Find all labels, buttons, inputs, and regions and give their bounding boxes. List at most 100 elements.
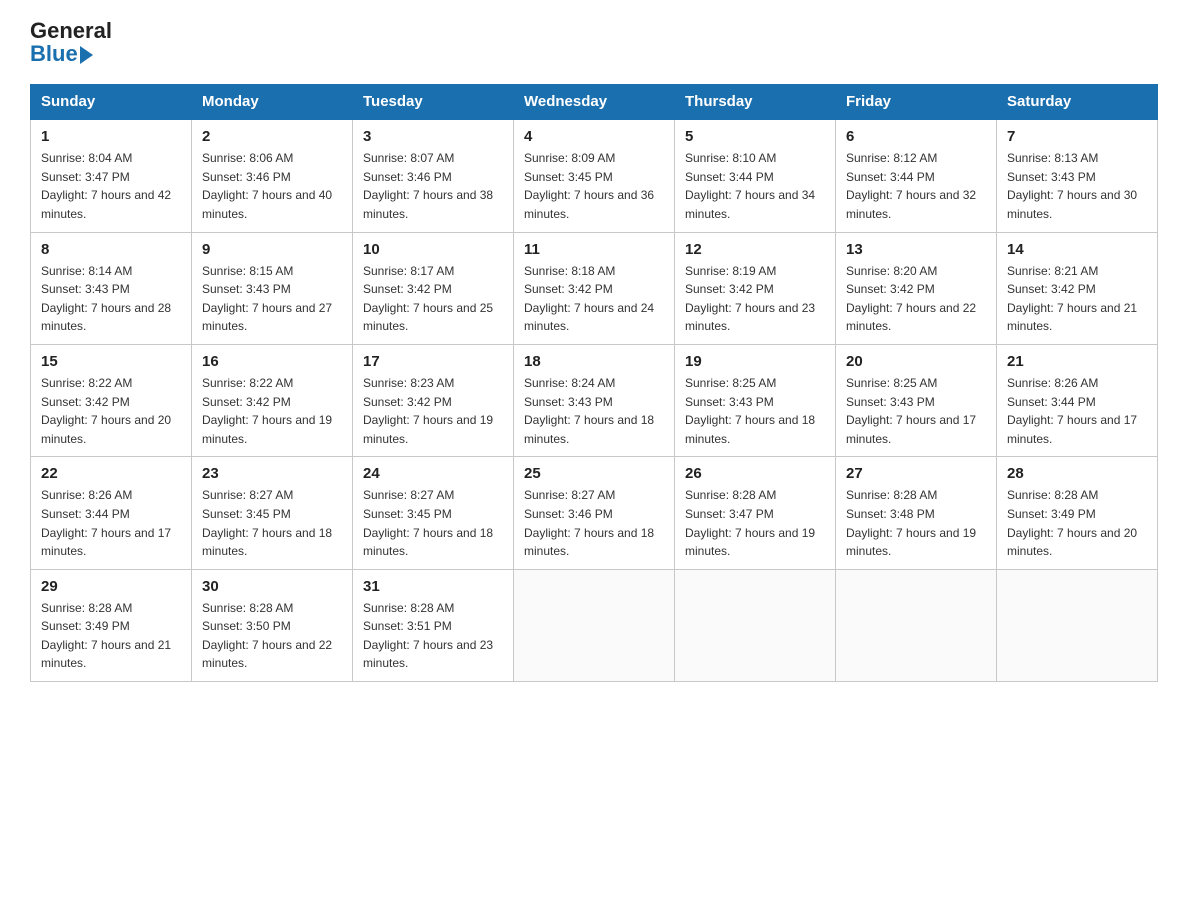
day-number: 7 <box>1007 128 1147 145</box>
calendar-cell: 17 Sunrise: 8:23 AMSunset: 3:42 PMDayligh… <box>353 344 514 456</box>
day-number: 30 <box>202 578 342 595</box>
col-header-friday: Friday <box>836 85 997 120</box>
day-info: Sunrise: 8:26 AMSunset: 3:44 PMDaylight:… <box>41 486 181 560</box>
day-number: 11 <box>524 241 664 258</box>
day-number: 29 <box>41 578 181 595</box>
day-number: 24 <box>363 465 503 482</box>
day-number: 19 <box>685 353 825 370</box>
col-header-monday: Monday <box>192 85 353 120</box>
col-header-wednesday: Wednesday <box>514 85 675 120</box>
day-info: Sunrise: 8:22 AMSunset: 3:42 PMDaylight:… <box>41 374 181 448</box>
day-number: 18 <box>524 353 664 370</box>
day-info: Sunrise: 8:23 AMSunset: 3:42 PMDaylight:… <box>363 374 503 448</box>
day-info: Sunrise: 8:18 AMSunset: 3:42 PMDaylight:… <box>524 262 664 336</box>
calendar-cell: 23 Sunrise: 8:27 AMSunset: 3:45 PMDayligh… <box>192 457 353 569</box>
calendar-week-row: 1 Sunrise: 8:04 AMSunset: 3:47 PMDaylight… <box>31 119 1158 232</box>
calendar-cell: 14Sunrise: 8:21 AMSunset: 3:42 PMDayligh… <box>997 232 1158 344</box>
col-header-thursday: Thursday <box>675 85 836 120</box>
day-info: Sunrise: 8:12 AMSunset: 3:44 PMDaylight:… <box>846 149 986 223</box>
day-number: 9 <box>202 241 342 258</box>
col-header-sunday: Sunday <box>31 85 192 120</box>
day-number: 2 <box>202 128 342 145</box>
day-number: 4 <box>524 128 664 145</box>
day-number: 12 <box>685 241 825 258</box>
day-info: Sunrise: 8:28 AMSunset: 3:49 PMDaylight:… <box>41 599 181 673</box>
day-info: Sunrise: 8:27 AMSunset: 3:45 PMDaylight:… <box>363 486 503 560</box>
calendar-cell: 11 Sunrise: 8:18 AMSunset: 3:42 PMDayligh… <box>514 232 675 344</box>
calendar-cell: 10Sunrise: 8:17 AMSunset: 3:42 PMDayligh… <box>353 232 514 344</box>
day-info: Sunrise: 8:28 AMSunset: 3:49 PMDaylight:… <box>1007 486 1147 560</box>
calendar-cell: 12 Sunrise: 8:19 AMSunset: 3:42 PMDayligh… <box>675 232 836 344</box>
calendar-cell: 5 Sunrise: 8:10 AMSunset: 3:44 PMDaylight… <box>675 119 836 232</box>
calendar-cell: 18 Sunrise: 8:24 AMSunset: 3:43 PMDayligh… <box>514 344 675 456</box>
calendar-cell: 31 Sunrise: 8:28 AMSunset: 3:51 PMDayligh… <box>353 569 514 681</box>
calendar-cell: 19Sunrise: 8:25 AMSunset: 3:43 PMDayligh… <box>675 344 836 456</box>
day-number: 17 <box>363 353 503 370</box>
calendar-cell: 22 Sunrise: 8:26 AMSunset: 3:44 PMDayligh… <box>31 457 192 569</box>
calendar-cell: 1 Sunrise: 8:04 AMSunset: 3:47 PMDaylight… <box>31 119 192 232</box>
calendar-cell: 28Sunrise: 8:28 AMSunset: 3:49 PMDayligh… <box>997 457 1158 569</box>
day-number: 1 <box>41 128 181 145</box>
day-number: 23 <box>202 465 342 482</box>
calendar-cell: 9 Sunrise: 8:15 AMSunset: 3:43 PMDaylight… <box>192 232 353 344</box>
day-info: Sunrise: 8:09 AMSunset: 3:45 PMDaylight:… <box>524 149 664 223</box>
logo: General Blue <box>30 20 114 66</box>
calendar-week-row: 8 Sunrise: 8:14 AMSunset: 3:43 PMDaylight… <box>31 232 1158 344</box>
day-number: 16 <box>202 353 342 370</box>
logo-blue-text: Blue <box>30 42 78 66</box>
day-info: Sunrise: 8:24 AMSunset: 3:43 PMDaylight:… <box>524 374 664 448</box>
day-number: 31 <box>363 578 503 595</box>
day-info: Sunrise: 8:27 AMSunset: 3:45 PMDaylight:… <box>202 486 342 560</box>
day-number: 26 <box>685 465 825 482</box>
calendar-cell: 8 Sunrise: 8:14 AMSunset: 3:43 PMDaylight… <box>31 232 192 344</box>
logo-icon: General Blue <box>30 20 112 66</box>
day-info: Sunrise: 8:27 AMSunset: 3:46 PMDaylight:… <box>524 486 664 560</box>
day-info: Sunrise: 8:14 AMSunset: 3:43 PMDaylight:… <box>41 262 181 336</box>
calendar-week-row: 22 Sunrise: 8:26 AMSunset: 3:44 PMDayligh… <box>31 457 1158 569</box>
day-number: 6 <box>846 128 986 145</box>
day-number: 3 <box>363 128 503 145</box>
logo-arrow-icon <box>80 46 93 64</box>
day-number: 25 <box>524 465 664 482</box>
calendar-cell: 7 Sunrise: 8:13 AMSunset: 3:43 PMDaylight… <box>997 119 1158 232</box>
day-number: 14 <box>1007 241 1147 258</box>
day-number: 13 <box>846 241 986 258</box>
calendar-week-row: 29 Sunrise: 8:28 AMSunset: 3:49 PMDayligh… <box>31 569 1158 681</box>
calendar-cell: 16Sunrise: 8:22 AMSunset: 3:42 PMDayligh… <box>192 344 353 456</box>
calendar-cell: 27 Sunrise: 8:28 AMSunset: 3:48 PMDayligh… <box>836 457 997 569</box>
calendar-cell: 24 Sunrise: 8:27 AMSunset: 3:45 PMDayligh… <box>353 457 514 569</box>
calendar-cell <box>675 569 836 681</box>
calendar-cell: 30 Sunrise: 8:28 AMSunset: 3:50 PMDayligh… <box>192 569 353 681</box>
day-info: Sunrise: 8:13 AMSunset: 3:43 PMDaylight:… <box>1007 149 1147 223</box>
day-info: Sunrise: 8:28 AMSunset: 3:50 PMDaylight:… <box>202 599 342 673</box>
day-info: Sunrise: 8:28 AMSunset: 3:48 PMDaylight:… <box>846 486 986 560</box>
day-info: Sunrise: 8:19 AMSunset: 3:42 PMDaylight:… <box>685 262 825 336</box>
day-number: 22 <box>41 465 181 482</box>
calendar-cell: 15 Sunrise: 8:22 AMSunset: 3:42 PMDayligh… <box>31 344 192 456</box>
calendar-cell: 29 Sunrise: 8:28 AMSunset: 3:49 PMDayligh… <box>31 569 192 681</box>
day-number: 27 <box>846 465 986 482</box>
calendar-cell: 25 Sunrise: 8:27 AMSunset: 3:46 PMDayligh… <box>514 457 675 569</box>
calendar-cell <box>836 569 997 681</box>
day-info: Sunrise: 8:28 AMSunset: 3:47 PMDaylight:… <box>685 486 825 560</box>
calendar-cell: 20Sunrise: 8:25 AMSunset: 3:43 PMDayligh… <box>836 344 997 456</box>
day-info: Sunrise: 8:10 AMSunset: 3:44 PMDaylight:… <box>685 149 825 223</box>
day-info: Sunrise: 8:04 AMSunset: 3:47 PMDaylight:… <box>41 149 181 223</box>
calendar-cell: 6 Sunrise: 8:12 AMSunset: 3:44 PMDaylight… <box>836 119 997 232</box>
calendar-cell: 3Sunrise: 8:07 AMSunset: 3:46 PMDaylight… <box>353 119 514 232</box>
day-info: Sunrise: 8:26 AMSunset: 3:44 PMDaylight:… <box>1007 374 1147 448</box>
calendar-cell <box>997 569 1158 681</box>
day-number: 21 <box>1007 353 1147 370</box>
col-header-saturday: Saturday <box>997 85 1158 120</box>
calendar-cell <box>514 569 675 681</box>
calendar-cell: 4 Sunrise: 8:09 AMSunset: 3:45 PMDaylight… <box>514 119 675 232</box>
day-number: 5 <box>685 128 825 145</box>
day-info: Sunrise: 8:17 AMSunset: 3:42 PMDaylight:… <box>363 262 503 336</box>
day-info: Sunrise: 8:28 AMSunset: 3:51 PMDaylight:… <box>363 599 503 673</box>
day-number: 8 <box>41 241 181 258</box>
col-header-tuesday: Tuesday <box>353 85 514 120</box>
day-info: Sunrise: 8:15 AMSunset: 3:43 PMDaylight:… <box>202 262 342 336</box>
day-number: 15 <box>41 353 181 370</box>
day-info: Sunrise: 8:25 AMSunset: 3:43 PMDaylight:… <box>846 374 986 448</box>
calendar-table: SundayMondayTuesdayWednesdayThursdayFrid… <box>30 84 1158 682</box>
